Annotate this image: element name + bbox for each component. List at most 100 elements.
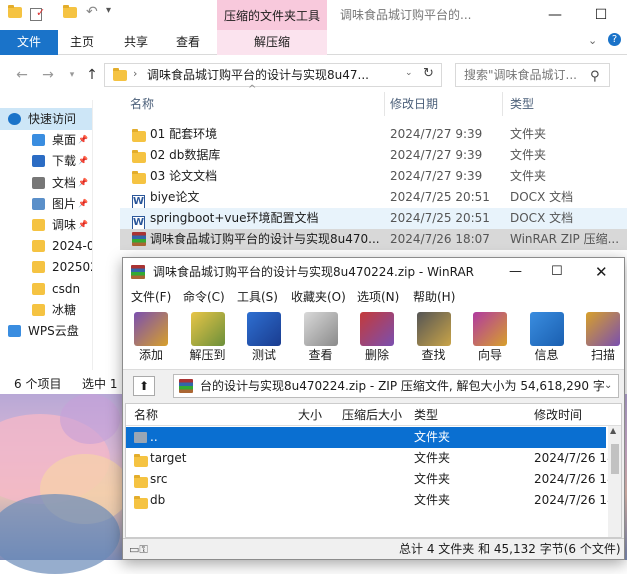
file-name: springboot+vue环境配置文档 bbox=[150, 211, 319, 225]
column-header-type[interactable]: 类型 bbox=[414, 404, 438, 426]
archive-path-dropdown[interactable]: 台的设计与实现8u470224.zip - ZIP 压缩文件, 解包大小为 54… bbox=[173, 374, 619, 398]
file-name: 01 配套环境 bbox=[150, 127, 218, 141]
archive-path-bar: ⬆ 台的设计与实现8u470224.zip - ZIP 压缩文件, 解包大小为 … bbox=[123, 371, 624, 401]
pin-icon[interactable]: 📌 bbox=[78, 172, 88, 194]
customize-toolbar-icon[interactable]: ▾ bbox=[106, 5, 120, 19]
tab-view[interactable]: 查看 bbox=[168, 30, 208, 55]
toolbar-button[interactable]: 添加 bbox=[127, 312, 175, 368]
menu-item[interactable]: 帮助(H) bbox=[413, 286, 455, 308]
sidebar-item[interactable]: 2024-0 bbox=[0, 235, 92, 257]
undo-icon[interactable]: ↶ bbox=[86, 4, 100, 20]
toolbar-button[interactable]: 查看 bbox=[297, 312, 345, 368]
sidebar-item[interactable]: 下载 📌 bbox=[0, 150, 92, 172]
archive-row[interactable]: target 文件夹 2024/7/26 18 bbox=[126, 448, 615, 469]
archive-item-type: 文件夹 bbox=[414, 472, 451, 486]
sidebar-item[interactable]: WPS云盘 bbox=[0, 320, 92, 342]
winrar-toolbar: 添加 解压到 测试 查看 删除 查找 向导 信息 扫描 bbox=[123, 308, 624, 370]
menu-item[interactable]: 收藏夹(O) bbox=[291, 286, 346, 308]
new-folder-icon[interactable] bbox=[63, 5, 77, 21]
sidebar-item[interactable]: 图片 📌 bbox=[0, 193, 92, 215]
forward-arrow-icon[interactable]: → bbox=[38, 65, 58, 85]
toolbar-button[interactable]: 信息 bbox=[523, 312, 571, 368]
file-row[interactable]: Wbiye论文 2024/7/25 20:51 DOCX 文档 bbox=[120, 187, 627, 209]
sidebar-item[interactable]: 调味 📌 bbox=[0, 214, 92, 236]
address-text: 调味食品城订购平台的设计与实现8u47... bbox=[147, 68, 369, 82]
toolbar-button[interactable]: 删除 bbox=[353, 312, 401, 368]
up-arrow-icon[interactable]: ↑ bbox=[82, 65, 102, 85]
column-header-type[interactable]: 类型 bbox=[510, 92, 534, 116]
maximize-button[interactable]: ☐ bbox=[578, 0, 624, 30]
vertical-scrollbar[interactable]: ▲ bbox=[608, 426, 621, 537]
sidebar-item-label: 文档 bbox=[52, 175, 77, 190]
file-row[interactable]: Wspringboot+vue环境配置文档 2024/7/25 20:51 DOCX… bbox=[120, 208, 627, 230]
add-archive-icon bbox=[134, 312, 168, 346]
checkmark-icon: ✓ bbox=[36, 6, 46, 19]
help-icon[interactable]: ? bbox=[608, 33, 621, 46]
file-date: 2024/7/27 9:39 bbox=[390, 148, 483, 162]
file-row[interactable]: 03 论文文档 2024/7/27 9:39 文件夹 bbox=[120, 166, 627, 187]
scroll-up-icon[interactable]: ▲ bbox=[610, 426, 616, 435]
file-name: biye论文 bbox=[150, 190, 200, 204]
sidebar-item[interactable]: 冰糖 bbox=[0, 299, 92, 321]
file-date: 2024/7/25 20:51 bbox=[390, 211, 490, 225]
minimize-button[interactable]: — bbox=[532, 0, 578, 30]
chevron-down-icon[interactable]: ⌄ bbox=[588, 34, 597, 47]
sidebar-item[interactable]: csdn bbox=[0, 278, 92, 300]
cloud-icon bbox=[8, 325, 21, 337]
menu-item[interactable]: 选项(N) bbox=[357, 286, 399, 308]
chevron-right-icon[interactable]: › bbox=[133, 67, 137, 80]
column-header-date[interactable]: 修改日期 bbox=[390, 92, 438, 116]
chevron-down-icon[interactable]: ⌄ bbox=[405, 68, 413, 78]
maximize-button[interactable]: ☐ bbox=[551, 258, 563, 286]
menu-item[interactable]: 命令(C) bbox=[183, 286, 225, 308]
chevron-down-icon[interactable]: ⌄ bbox=[604, 375, 618, 397]
winrar-menubar: 文件(F) 命令(C) 工具(S) 收藏夹(O) 选项(N) 帮助(H) bbox=[123, 286, 624, 308]
zip-icon bbox=[179, 379, 193, 393]
pin-icon[interactable]: 📌 bbox=[78, 150, 88, 172]
tab-extract[interactable]: 解压缩 bbox=[217, 30, 327, 55]
scrollbar-thumb[interactable] bbox=[611, 444, 619, 474]
file-row[interactable]: 02 db数据库 2024/7/27 9:39 文件夹 bbox=[120, 145, 627, 166]
column-header-modified[interactable]: 修改时间 bbox=[534, 404, 582, 426]
pin-icon[interactable]: 📌 bbox=[78, 193, 88, 215]
file-date: 2024/7/27 9:39 bbox=[390, 127, 483, 141]
search-input[interactable]: 搜索"调味食品城订... ⚲ bbox=[455, 63, 610, 87]
archive-row[interactable]: db 文件夹 2024/7/26 18 bbox=[126, 490, 615, 511]
column-header-name[interactable]: 名称 bbox=[134, 404, 158, 426]
file-row[interactable]: 01 配套环境 2024/7/27 9:39 文件夹 bbox=[120, 124, 627, 145]
refresh-icon[interactable]: ↻ bbox=[423, 66, 434, 81]
column-header-name[interactable]: 名称 bbox=[130, 92, 154, 116]
sidebar-item[interactable]: 202502 bbox=[0, 256, 92, 278]
toolbar-button[interactable]: 测试 bbox=[240, 312, 288, 368]
archive-row[interactable]: .. 文件夹 bbox=[126, 427, 606, 448]
sidebar-item[interactable]: 快速访问 bbox=[0, 108, 92, 130]
archive-item-name: db bbox=[150, 493, 166, 507]
up-folder-button[interactable]: ⬆ bbox=[133, 376, 155, 396]
tab-file[interactable]: 文件 bbox=[0, 30, 58, 55]
toolbar-button[interactable]: 解压到 bbox=[184, 312, 232, 368]
file-row[interactable]: 调味食品城订购平台的设计与实现8u470... 2024/7/26 18:07 Wi… bbox=[120, 229, 627, 250]
archive-path-text: 台的设计与实现8u470224.zip - ZIP 压缩文件, 解包大小为 54… bbox=[200, 379, 617, 393]
recent-locations-icon[interactable]: ▾ bbox=[62, 65, 82, 85]
toolbar-button[interactable]: 向导 bbox=[466, 312, 514, 368]
sidebar-item[interactable]: 文档 📌 bbox=[0, 172, 92, 194]
pin-icon[interactable]: 📌 bbox=[78, 129, 88, 151]
tab-share[interactable]: 共享 bbox=[116, 30, 156, 55]
picture-icon bbox=[32, 197, 45, 210]
search-icon[interactable]: ⚲ bbox=[590, 66, 600, 88]
column-header-packed-size[interactable]: 压缩后大小 bbox=[342, 404, 402, 426]
sidebar-item[interactable]: 桌面 📌 bbox=[0, 129, 92, 151]
toolbar-button[interactable]: 查找 bbox=[410, 312, 458, 368]
folder-icon bbox=[113, 68, 127, 84]
menu-item[interactable]: 文件(F) bbox=[131, 286, 171, 308]
archive-row[interactable]: src 文件夹 2024/7/26 18 bbox=[126, 469, 615, 490]
column-header-size[interactable]: 大小 bbox=[298, 404, 322, 426]
toolbar-button[interactable]: 扫描 bbox=[579, 312, 627, 368]
menu-item[interactable]: 工具(S) bbox=[237, 286, 278, 308]
minimize-button[interactable]: — bbox=[509, 258, 522, 286]
tab-home[interactable]: 主页 bbox=[62, 30, 102, 55]
pin-icon[interactable]: 📌 bbox=[78, 214, 88, 236]
address-bar[interactable]: › 调味食品城订购平台的设计与实现8u47... ⌄ ↻ bbox=[104, 63, 442, 87]
back-arrow-icon[interactable]: ← bbox=[12, 65, 32, 85]
close-button[interactable]: ✕ bbox=[595, 258, 608, 286]
